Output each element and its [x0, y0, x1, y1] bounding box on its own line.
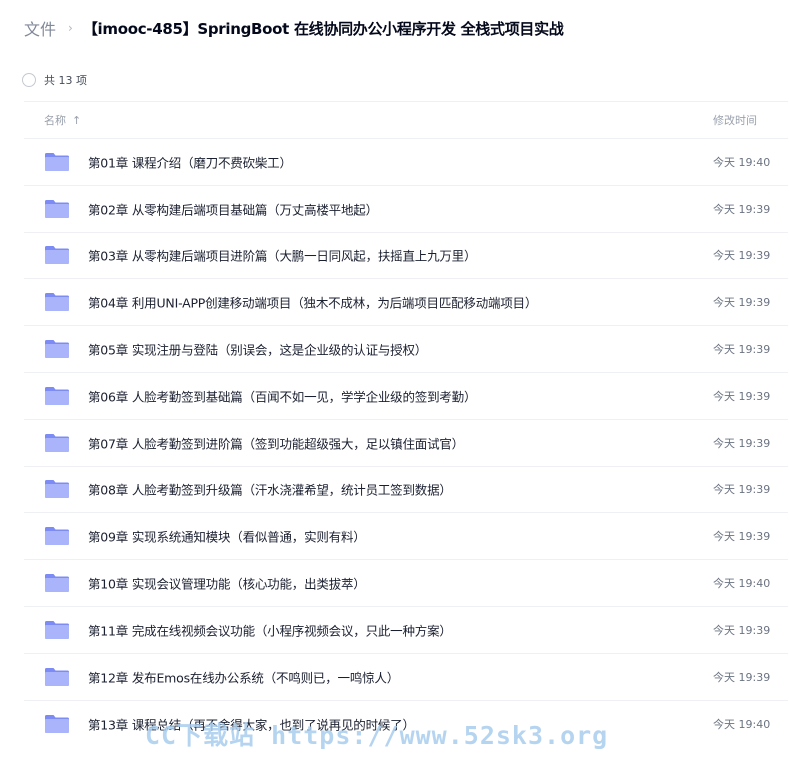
list-item[interactable]: 第06章 人脸考勤签到基础篇（百闻不如一见，学学企业级的签到考勤） 今天 19:3…	[24, 373, 788, 420]
file-modified-time: 今天 19:39	[713, 389, 771, 403]
file-name: 第06章 人脸考勤签到基础篇（百闻不如一见，学学企业级的签到考勤）	[88, 389, 477, 405]
file-modified-time: 今天 19:39	[713, 483, 771, 497]
list-header: 名称 ↑ 修改时间	[24, 101, 788, 139]
breadcrumb-chevron-icon: ›	[68, 21, 73, 35]
arrow-up-icon: ↑	[72, 113, 82, 127]
selection-bar: 共 13 项	[22, 70, 87, 90]
folder-icon	[45, 199, 69, 218]
list-item[interactable]: 第05章 实现注册与登陆（别误会，这是企业级的认证与授权） 今天 19:39	[24, 326, 788, 373]
file-name: 第11章 完成在线视频会议功能（小程序视频会议，只此一种方案）	[88, 623, 452, 639]
file-modified-time: 今天 19:40	[713, 155, 771, 169]
list-item[interactable]: 第08章 人脸考勤签到升级篇（汗水浇灌希望，统计员工签到数据） 今天 19:39	[24, 467, 788, 514]
list-item[interactable]: 第02章 从零构建后端项目基础篇（万丈高楼平地起） 今天 19:39	[24, 186, 788, 233]
file-modified-time: 今天 19:39	[713, 623, 771, 637]
list-item[interactable]: 第12章 发布Emos在线办公系统（不鸣则已，一鸣惊人） 今天 19:39	[24, 654, 788, 701]
folder-icon	[45, 340, 69, 359]
file-modified-time: 今天 19:39	[713, 530, 771, 544]
folder-icon	[45, 527, 69, 546]
list-item[interactable]: 第10章 实现会议管理功能（核心功能，出类拔萃） 今天 19:40	[24, 560, 788, 607]
breadcrumb-root[interactable]: 文件	[24, 16, 56, 40]
select-all-checkbox[interactable]	[22, 73, 36, 87]
file-name: 第02章 从零构建后端项目基础篇（万丈高楼平地起）	[88, 202, 378, 218]
folder-icon	[45, 480, 69, 499]
file-modified-time: 今天 19:39	[713, 670, 771, 684]
folder-icon	[45, 714, 69, 733]
folder-icon	[45, 152, 69, 171]
column-header-name[interactable]: 名称 ↑	[44, 112, 81, 128]
file-name: 第03章 从零构建后端项目进阶篇（大鹏一日同风起，扶摇直上九万里）	[88, 248, 477, 264]
file-name: 第10章 实现会议管理功能（核心功能，出类拔萃）	[88, 576, 366, 592]
folder-icon	[45, 433, 69, 452]
file-modified-time: 今天 19:39	[713, 436, 771, 450]
folder-icon	[45, 574, 69, 593]
list-item[interactable]: 第01章 课程介绍（磨刀不费砍柴工） 今天 19:40	[24, 139, 788, 186]
file-list: 名称 ↑ 修改时间 第01章 课程介绍（磨刀不费砍柴工） 今天 19:40 第02章…	[24, 101, 788, 747]
item-count: 共 13 项	[44, 74, 87, 87]
page-title: 【imooc-485】SpringBoot 在线协同办公小程序开发 全栈式项目实…	[82, 19, 564, 38]
list-item[interactable]: 第03章 从零构建后端项目进阶篇（大鹏一日同风起，扶摇直上九万里） 今天 19:3…	[24, 233, 788, 280]
column-header-name-label: 名称	[44, 114, 66, 127]
file-name: 第08章 人脸考勤签到升级篇（汗水浇灌希望，统计员工签到数据）	[88, 482, 452, 498]
file-modified-time: 今天 19:39	[713, 296, 771, 310]
list-item[interactable]: 第04章 利用UNI-APP创建移动端项目（独木不成林，为后端项目匹配移动端项目…	[24, 279, 788, 327]
file-name: 第05章 实现注册与登陆（别误会，这是企业级的认证与授权）	[88, 342, 428, 358]
folder-icon	[45, 620, 69, 639]
file-modified-time: 今天 19:40	[713, 717, 771, 731]
breadcrumb: 文件 › 【imooc-485】SpringBoot 在线协同办公小程序开发 全…	[24, 14, 564, 42]
watermark: CC下载站 https://www.52sk3.org	[145, 721, 609, 750]
folder-icon	[45, 293, 69, 312]
folder-icon	[45, 667, 69, 686]
file-name: 第09章 实现系统通知模块（看似普通，实则有料）	[88, 529, 366, 545]
list-item[interactable]: 第11章 完成在线视频会议功能（小程序视频会议，只此一种方案） 今天 19:39	[24, 607, 788, 654]
file-name: 第07章 人脸考勤签到进阶篇（签到功能超级强大，足以镇住面试官）	[88, 436, 464, 452]
file-modified-time: 今天 19:39	[713, 343, 771, 357]
file-name: 第04章 利用UNI-APP创建移动端项目（独木不成林，为后端项目匹配移动端项目…	[88, 295, 538, 311]
folder-icon	[45, 246, 69, 265]
file-modified-time: 今天 19:40	[713, 577, 771, 591]
list-item[interactable]: 第07章 人脸考勤签到进阶篇（签到功能超级强大，足以镇住面试官） 今天 19:39	[24, 420, 788, 467]
column-header-modified[interactable]: 修改时间	[713, 112, 757, 128]
list-item[interactable]: 第09章 实现系统通知模块（看似普通，实则有料） 今天 19:39	[24, 513, 788, 561]
file-name: 第01章 课程介绍（磨刀不费砍柴工）	[88, 155, 292, 171]
file-name: 第12章 发布Emos在线办公系统（不鸣则已，一鸣惊人）	[88, 670, 400, 686]
file-modified-time: 今天 19:39	[713, 249, 771, 263]
folder-icon	[45, 386, 69, 405]
file-modified-time: 今天 19:39	[713, 202, 771, 216]
